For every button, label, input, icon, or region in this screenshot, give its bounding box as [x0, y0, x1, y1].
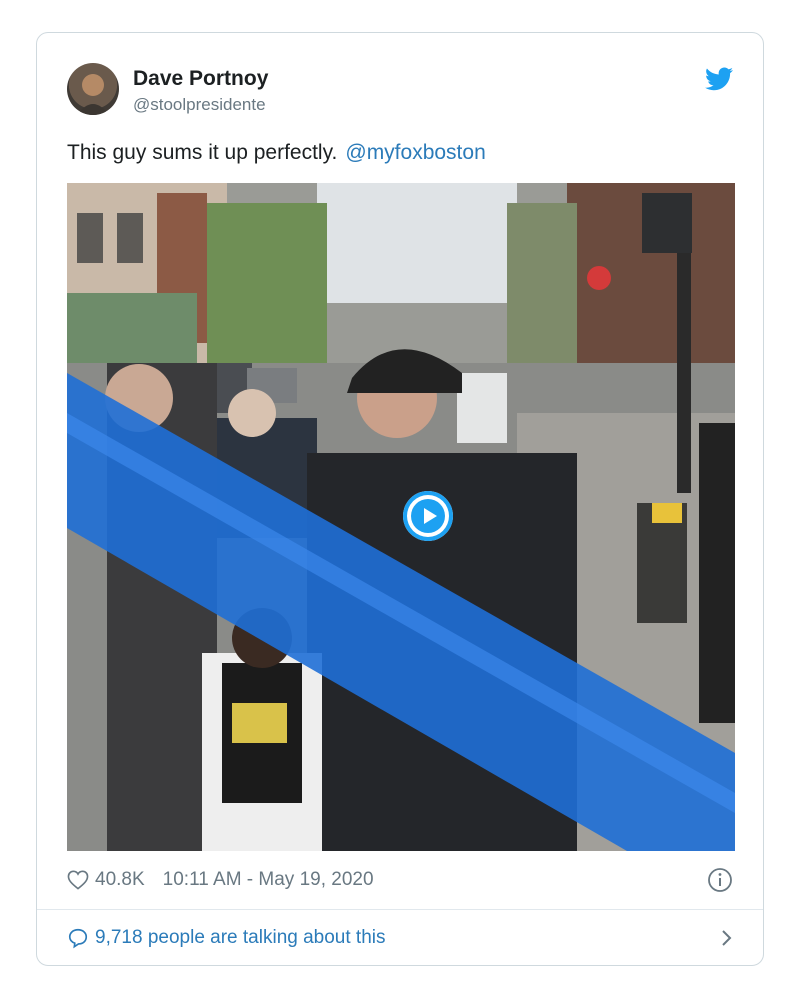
- tweet-body: This guy sums it up perfectly.: [67, 141, 338, 164]
- play-icon: [411, 499, 445, 533]
- divider: [37, 909, 763, 910]
- video-thumbnail[interactable]: [67, 183, 735, 851]
- author-handle[interactable]: @stoolpresidente: [133, 95, 266, 115]
- play-button[interactable]: [403, 491, 453, 541]
- mention-link[interactable]: @myfoxboston: [345, 141, 485, 164]
- chevron-right-icon[interactable]: [719, 927, 735, 949]
- speech-bubble-icon: [68, 928, 88, 949]
- street-scene: [67, 183, 735, 851]
- tweet-meta: 40.8K 10:11 AM - May 19, 2020: [67, 869, 374, 891]
- timestamp[interactable]: 10:11 AM - May 19, 2020: [163, 869, 374, 891]
- like-count[interactable]: 40.8K: [95, 869, 145, 891]
- heart-icon[interactable]: [67, 870, 89, 890]
- author-name[interactable]: Dave Portnoy: [133, 67, 268, 91]
- info-icon[interactable]: [707, 867, 733, 893]
- avatar[interactable]: [67, 63, 119, 115]
- talking-count: 9,718 people are talking about this: [95, 927, 386, 948]
- tweet-text: This guy sums it up perfectly. @myfoxbost…: [67, 141, 486, 165]
- embedded-tweet-card: Dave Portnoy @stoolpresidente This guy s…: [36, 32, 764, 966]
- conversation-link[interactable]: 9,718 people are talking about this: [67, 927, 735, 949]
- twitter-bird-icon[interactable]: [705, 67, 733, 91]
